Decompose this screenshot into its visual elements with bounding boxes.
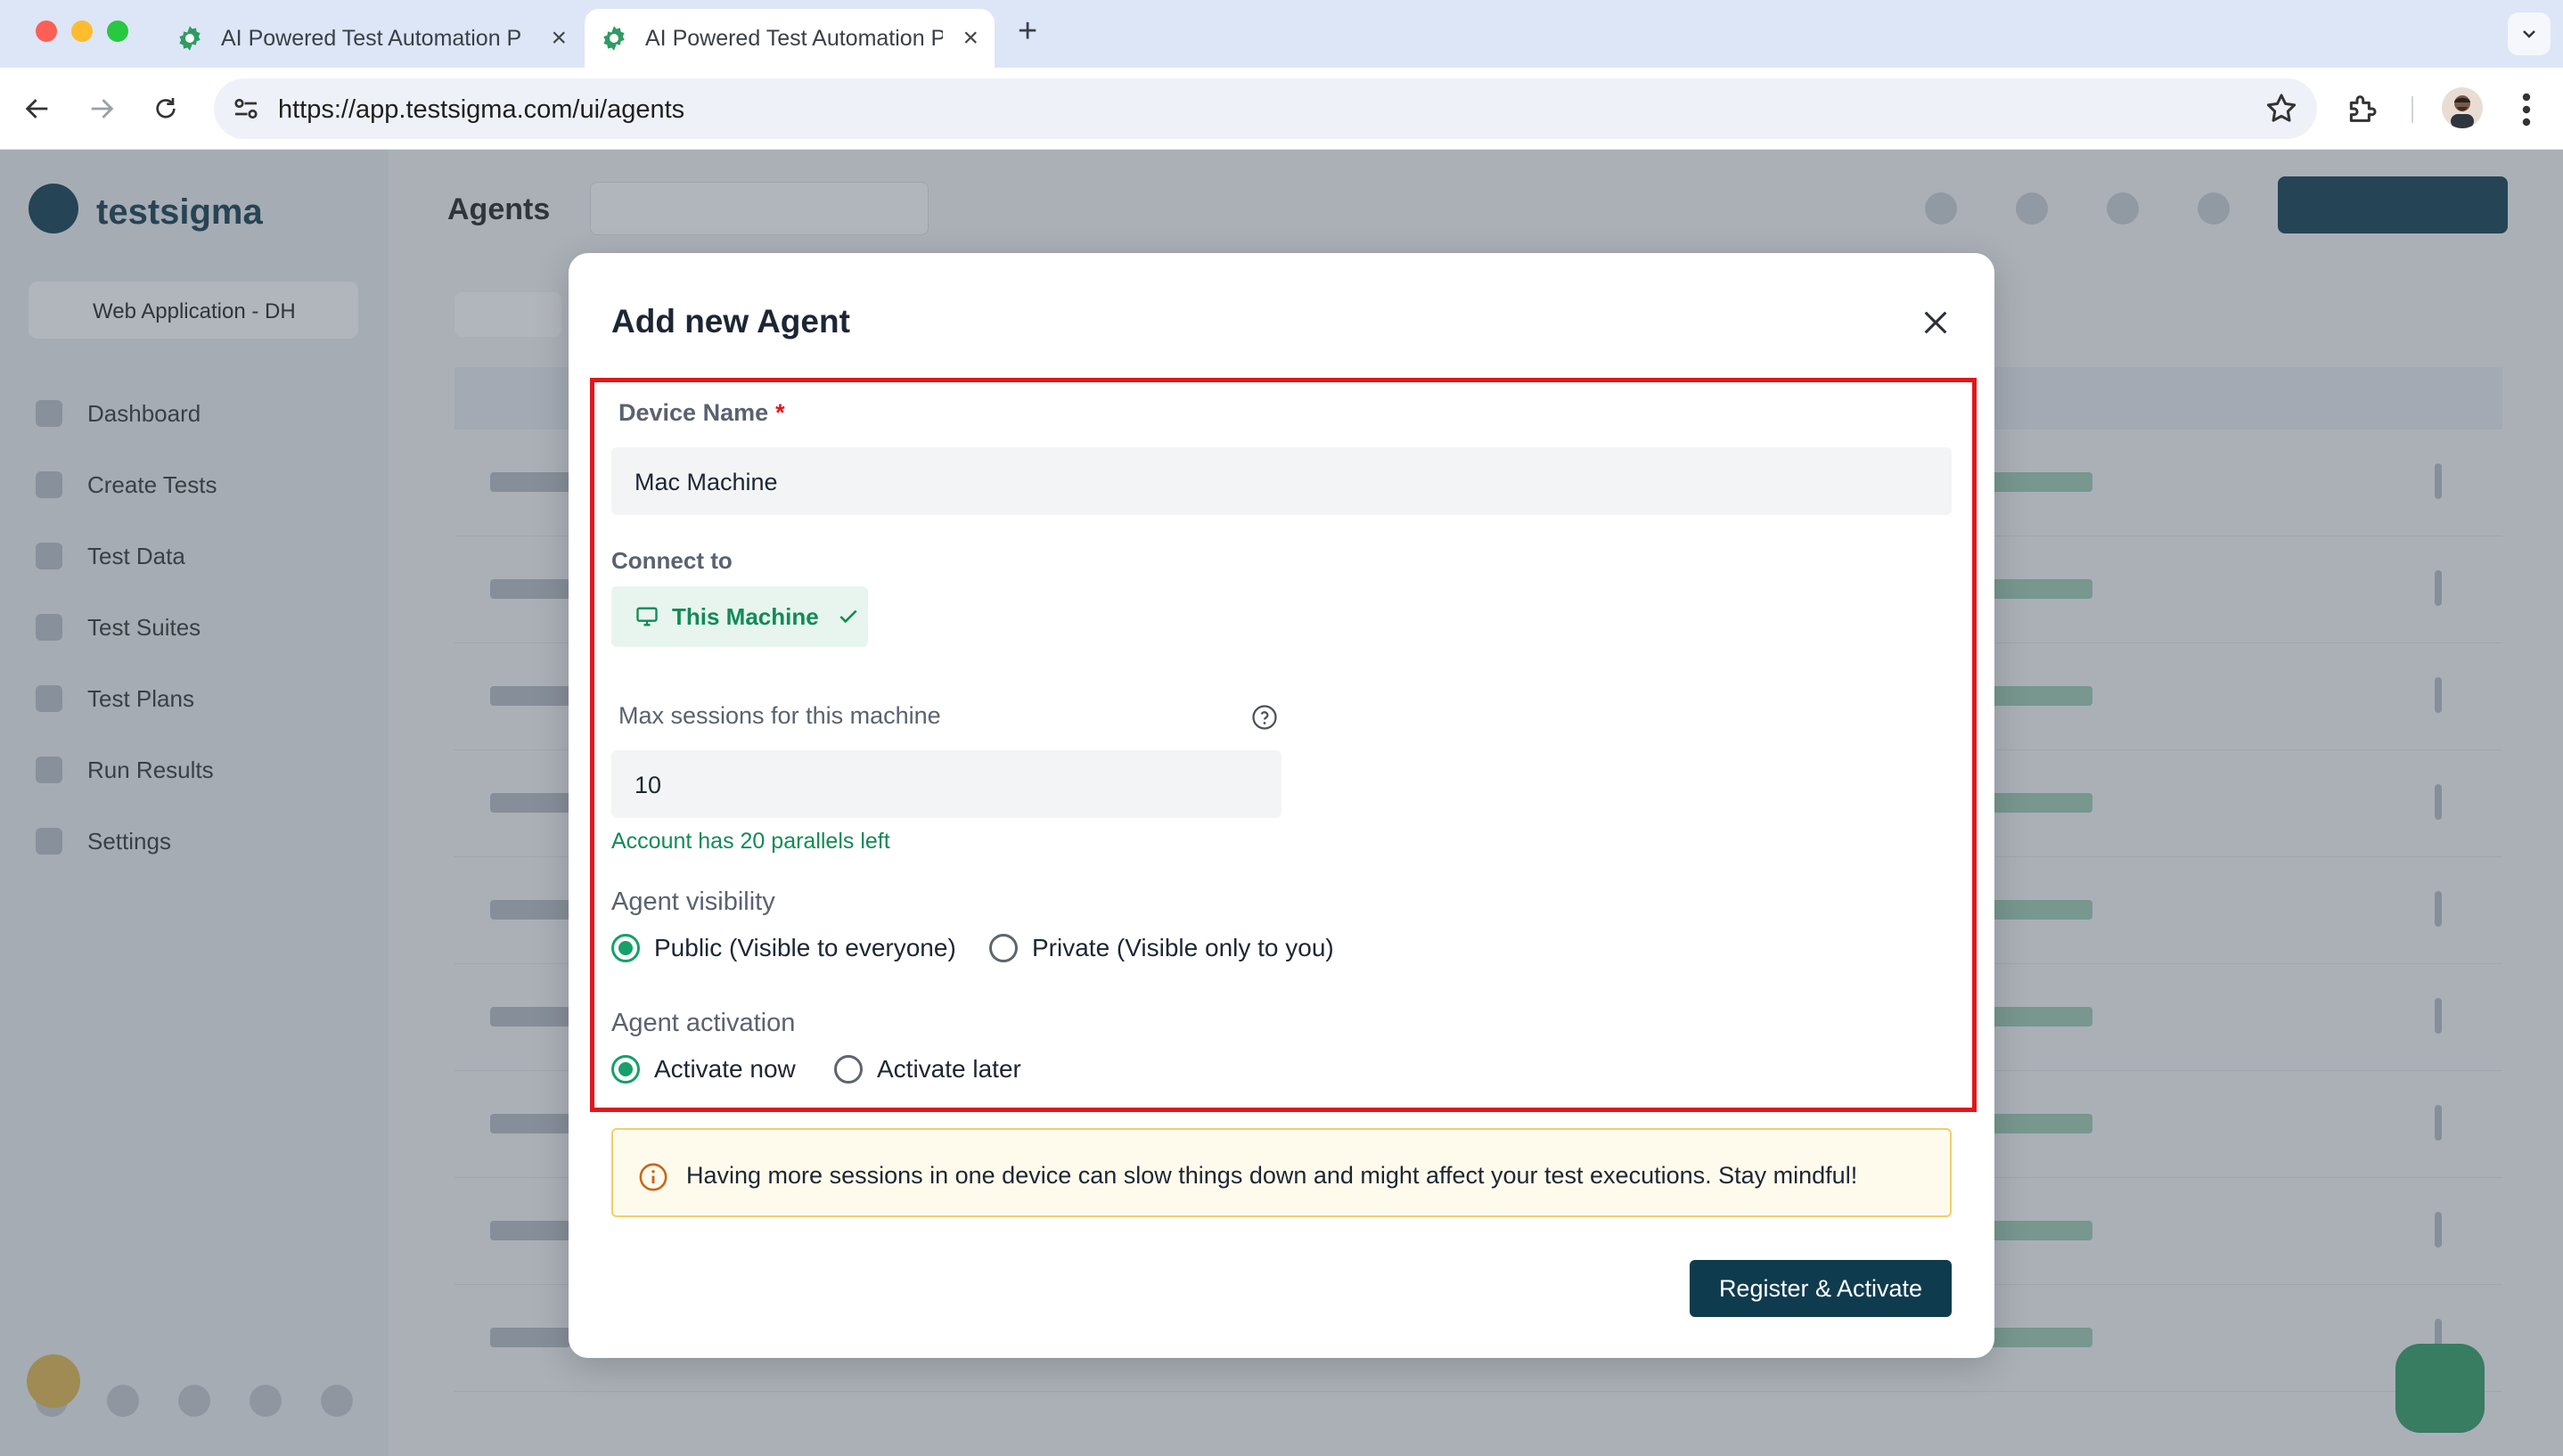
info-icon xyxy=(639,1163,667,1191)
device-name-input[interactable]: Mac Machine xyxy=(611,447,1952,515)
check-icon xyxy=(839,609,857,624)
visibility-public-radio[interactable]: Public (Visible to everyone) xyxy=(611,934,956,962)
radio-label: Public (Visible to everyone) xyxy=(654,934,956,961)
reload-button[interactable] xyxy=(144,87,187,130)
max-sessions-value: 10 xyxy=(635,772,662,798)
radio-label: Private (Visible only to you) xyxy=(1032,934,1334,961)
visibility-private-radio[interactable]: Private (Visible only to you) xyxy=(989,934,1334,962)
activate-now-radio[interactable]: Activate now xyxy=(611,1055,796,1084)
device-name-value: Mac Machine xyxy=(635,469,778,495)
browser-toolbar: https://app.testsigma.com/ui/agents xyxy=(0,68,2563,150)
radio-selected-icon xyxy=(611,934,640,962)
activate-later-radio[interactable]: Activate later xyxy=(834,1055,1021,1084)
connect-to-label: Connect to xyxy=(611,547,733,574)
toolbar-divider xyxy=(2412,96,2413,123)
close-icon xyxy=(1924,311,1947,334)
connect-this-machine-option[interactable]: This Machine xyxy=(611,586,868,647)
register-activate-button[interactable]: Register & Activate xyxy=(1690,1260,1952,1317)
connect-option-label: This Machine xyxy=(672,602,819,630)
arrow-left-icon xyxy=(25,99,48,119)
radio-unselected-icon xyxy=(989,934,1018,962)
bookmark-star-icon[interactable] xyxy=(2264,91,2299,127)
warning-text: Having more sessions in one device can s… xyxy=(686,1162,1858,1189)
window-minimize-button[interactable] xyxy=(71,20,93,42)
required-mark: * xyxy=(775,399,785,426)
agent-visibility-label: Agent visibility xyxy=(611,888,775,916)
agent-activation-label: Agent activation xyxy=(611,1009,796,1037)
chevron-down-icon xyxy=(2523,30,2535,38)
user-avatar-icon xyxy=(2451,95,2474,128)
tab-search-button[interactable] xyxy=(2508,12,2551,55)
profile-avatar[interactable] xyxy=(2442,87,2483,128)
max-sessions-input[interactable]: 10 xyxy=(611,750,1282,818)
url-text: https://app.testsigma.com/ui/agents xyxy=(278,95,685,124)
device-name-label-text: Device Name xyxy=(618,399,769,426)
browser-tab-2[interactable]: AI Powered Test Automation P × xyxy=(585,9,995,68)
sessions-warning-banner: Having more sessions in one device can s… xyxy=(611,1128,1952,1217)
monitor-icon xyxy=(636,607,658,626)
max-sessions-label: Max sessions for this machine xyxy=(618,702,941,729)
help-icon[interactable] xyxy=(1251,704,1278,731)
parallels-left-hint: Account has 20 parallels left xyxy=(611,829,890,854)
forward-button[interactable] xyxy=(80,87,123,130)
close-dialog-button[interactable] xyxy=(1911,298,1961,348)
testsigma-favicon-icon xyxy=(603,26,625,51)
browser-tab-bar: AI Powered Test Automation P × AI Powere… xyxy=(0,0,2563,68)
device-name-label: Device Name * xyxy=(618,399,785,427)
add-agent-dialog: Add new Agent Device Name * Mac Machine C… xyxy=(569,253,1994,1358)
radio-selected-icon xyxy=(611,1055,640,1084)
back-button[interactable] xyxy=(16,87,59,130)
tab-title: AI Powered Test Automation P xyxy=(645,25,944,51)
new-tab-button[interactable]: + xyxy=(1018,12,1037,51)
site-settings-icon[interactable] xyxy=(230,93,262,125)
tab-title: AI Powered Test Automation P xyxy=(221,25,522,51)
dialog-title: Add new Agent xyxy=(611,303,850,339)
browser-tab-1[interactable]: AI Powered Test Automation P × xyxy=(160,9,583,68)
radio-label: Activate now xyxy=(654,1055,796,1083)
extensions-puzzle-icon[interactable] xyxy=(2344,91,2379,127)
radio-label: Activate later xyxy=(877,1055,1021,1083)
reload-icon xyxy=(156,98,176,119)
radio-unselected-icon xyxy=(834,1055,863,1084)
arrow-right-icon xyxy=(91,99,114,119)
close-tab-icon[interactable]: × xyxy=(962,25,979,52)
close-tab-icon[interactable]: × xyxy=(551,25,567,52)
window-close-button[interactable] xyxy=(36,20,57,42)
address-bar[interactable]: https://app.testsigma.com/ui/agents xyxy=(214,78,2317,139)
window-zoom-button[interactable] xyxy=(107,20,128,42)
testsigma-favicon-icon xyxy=(179,26,201,51)
browser-menu-icon[interactable] xyxy=(2513,91,2540,128)
